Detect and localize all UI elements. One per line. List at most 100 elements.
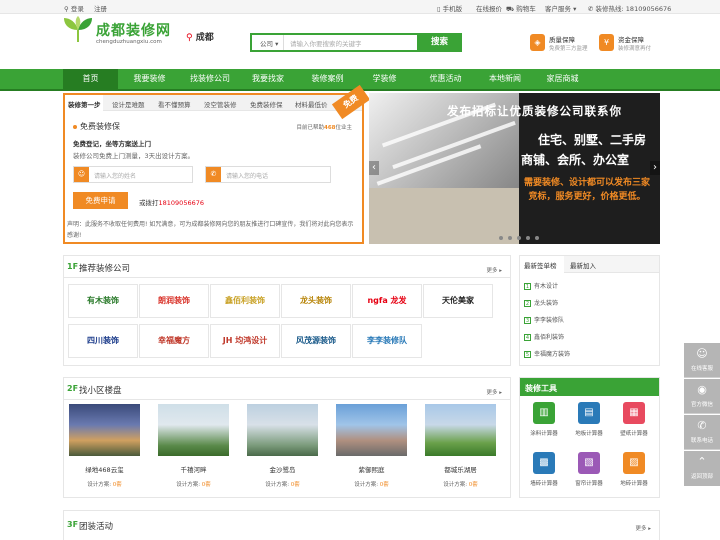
estate-image[interactable] xyxy=(69,404,140,456)
ranking-item-label: 龙头装饰 xyxy=(534,300,559,307)
tool-item[interactable]: ▤ 地板计算器 xyxy=(569,402,609,437)
floor-number: 1F xyxy=(67,262,79,271)
online-service-button[interactable]: ☺ 在线客服 xyxy=(684,343,720,378)
nav-learn[interactable]: 学装修 xyxy=(362,69,407,89)
company-logo[interactable]: JH 均鸿设计 xyxy=(210,324,280,358)
company-logo[interactable]: 龙头装饰 xyxy=(281,284,351,318)
nav-news[interactable]: 本地新闻 xyxy=(480,69,530,89)
more-link[interactable]: 更多 ▸ xyxy=(486,266,502,274)
company-logo[interactable]: 天伦美家 xyxy=(423,284,493,318)
promise2-title: 资金保障 xyxy=(618,36,644,44)
ranking-item[interactable]: 1 有木设计 xyxy=(524,281,558,290)
nav-find-company[interactable]: 找装修公司 xyxy=(180,69,240,89)
tab-no-time[interactable]: 没空管装修 xyxy=(204,99,237,109)
section-title: 推荐装修公司 xyxy=(79,264,131,274)
company-logo[interactable]: 朗润装饰 xyxy=(139,284,209,318)
estate-card[interactable]: 都城乐湖居 设计方案: 0套 xyxy=(425,404,496,492)
register-link[interactable]: 注册 xyxy=(94,3,107,13)
nav-mall[interactable]: 家居商城 xyxy=(535,69,590,89)
nav-cases[interactable]: 装修案例 xyxy=(300,69,355,89)
name-field[interactable]: ☺ 请输入您的姓名 xyxy=(73,166,193,183)
estate-card[interactable]: 绿地468云玺 设计方案: 0套 xyxy=(69,404,140,492)
tab-latest-signed[interactable]: 最新签单榜 xyxy=(520,256,564,273)
hero-banner[interactable]: 发布招标让优质装修公司联系你 住宅、别墅、二手房 商铺、会所、办公室 需要装修、… xyxy=(369,93,660,244)
tool-item[interactable]: ▥ 涂料计算器 xyxy=(524,402,564,437)
apply-button[interactable]: 免费申请 xyxy=(73,192,128,209)
city-selector[interactable]: ⚲ 成都 xyxy=(186,30,214,43)
estate-name[interactable]: 千禧河畔 xyxy=(158,464,229,474)
tool-item[interactable]: ▧ 窗帘计算器 xyxy=(569,452,609,487)
banner-next-icon[interactable]: › xyxy=(650,161,660,175)
wechat-button[interactable]: ◉ 官方微信 xyxy=(684,379,720,414)
login-link[interactable]: ⚲ 登录 xyxy=(64,3,84,13)
search-category-select[interactable]: 公司 ▾ xyxy=(252,35,284,50)
company-logo[interactable]: 风茂源装饰 xyxy=(281,324,351,358)
estate-name[interactable]: 绿地468云玺 xyxy=(69,464,140,474)
money-icon: ¥ xyxy=(599,34,614,51)
tab-budget[interactable]: 看不懂预算 xyxy=(158,99,191,109)
ranking-item[interactable]: 4 鑫佰利装饰 xyxy=(524,332,564,341)
promise1-sub: 免费第三方监理 xyxy=(549,46,588,52)
banner-dot[interactable] xyxy=(499,236,503,240)
estate-name[interactable]: 都城乐湖居 xyxy=(425,464,496,474)
estate-card[interactable]: 千禧河畔 设计方案: 0套 xyxy=(158,404,229,492)
contact-phone-button[interactable]: ✆ 联系电话 xyxy=(684,415,720,450)
estate-card[interactable]: 紫御熙庭 设计方案: 0套 xyxy=(336,404,407,492)
nav-home[interactable]: 首页 xyxy=(63,69,118,89)
floor-number: 3F xyxy=(67,520,79,529)
ranking-item-label: 李李装修队 xyxy=(534,317,565,324)
estate-image[interactable] xyxy=(425,404,496,456)
company-logo[interactable]: 幸福魔方 xyxy=(139,324,209,358)
ranking-item[interactable]: 5 幸福魔方装饰 xyxy=(524,349,570,358)
quote-link[interactable]: 在线报价 xyxy=(476,3,502,13)
banner-dot[interactable] xyxy=(535,236,539,240)
tab-latest-joined[interactable]: 最新加入 xyxy=(570,260,596,270)
company-logo[interactable]: ngfa 龙发 xyxy=(352,284,422,318)
tab-material[interactable]: 材料最低价 xyxy=(295,99,328,109)
estate-image[interactable] xyxy=(247,404,318,456)
search-input[interactable]: 请输入你要搜索的关键字 xyxy=(290,38,362,48)
tool-item[interactable]: ▩ 墙砖计算器 xyxy=(524,452,564,487)
ranking-item[interactable]: 2 龙头装饰 xyxy=(524,298,558,307)
more-link[interactable]: 更多 ▸ xyxy=(486,388,502,396)
phone-icon: ✆ xyxy=(697,419,707,432)
company-logo[interactable]: 李李装修队 xyxy=(352,324,422,358)
company-logo[interactable]: 有木装饰 xyxy=(68,284,138,318)
estate-image[interactable] xyxy=(158,404,229,456)
estate-image[interactable] xyxy=(336,404,407,456)
logo-title[interactable]: 成都装修网 xyxy=(96,20,171,40)
nav-find-home[interactable]: 我要找家 xyxy=(243,69,293,89)
estate-name[interactable]: 紫御熙庭 xyxy=(336,464,407,474)
banner-prev-icon[interactable]: ‹ xyxy=(369,161,379,175)
banner-dot[interactable] xyxy=(508,236,512,240)
promise2-sub: 装修满意再付 xyxy=(618,46,652,52)
logo-icon[interactable] xyxy=(62,16,94,44)
more-link[interactable]: 更多 ▸ xyxy=(635,524,651,532)
banner-dot[interactable] xyxy=(517,236,521,240)
tool-item[interactable]: ▨ 地砖计算器 xyxy=(614,452,654,487)
search-button[interactable]: 搜索 xyxy=(417,33,462,52)
nav-decorate[interactable]: 我要装修 xyxy=(122,69,177,89)
back-to-top-button[interactable]: ⌃ 返回顶部 xyxy=(684,451,720,486)
tab-free-protect[interactable]: 免费装修保 xyxy=(250,99,283,109)
form-tabs: 装修第一步 设计是难题 看不懂预算 没空管装修 免费装修保 材料最低价 xyxy=(65,95,362,111)
phone-field[interactable]: ✆ 请输入您的电话 xyxy=(205,166,331,183)
nav-promotions[interactable]: 优惠活动 xyxy=(418,69,473,89)
banner-title: 发布招标让优质装修公司联系你 xyxy=(447,104,622,118)
mobile-link[interactable]: ▯ 手机版 xyxy=(437,3,462,13)
estate-card[interactable]: 金沙鹭岛 设计方案: 0套 xyxy=(247,404,318,492)
cart-link[interactable]: ⛟ 购物车 xyxy=(506,3,536,14)
fund-promise: ¥ 资金保障 装修满意再付 xyxy=(599,32,679,54)
estate-name[interactable]: 金沙鹭岛 xyxy=(247,464,318,474)
service-menu[interactable]: 客户服务 ▾ xyxy=(545,3,576,13)
tab-first-step[interactable]: 装修第一步 xyxy=(65,95,103,111)
logo-subtitle: chengduzhuangxiu.com xyxy=(96,39,162,45)
tab-design[interactable]: 设计是难题 xyxy=(112,99,145,109)
ranking-item[interactable]: 3 李李装修队 xyxy=(524,315,564,324)
banner-dot[interactable] xyxy=(526,236,530,240)
company-logo[interactable]: 四川装饰 xyxy=(68,324,138,358)
company-logo[interactable]: 鑫佰利装饰 xyxy=(210,284,280,318)
tool-item[interactable]: ▦ 壁纸计算器 xyxy=(614,402,654,437)
promise1-title: 质量保障 xyxy=(549,36,575,44)
dot-icon xyxy=(73,125,77,129)
